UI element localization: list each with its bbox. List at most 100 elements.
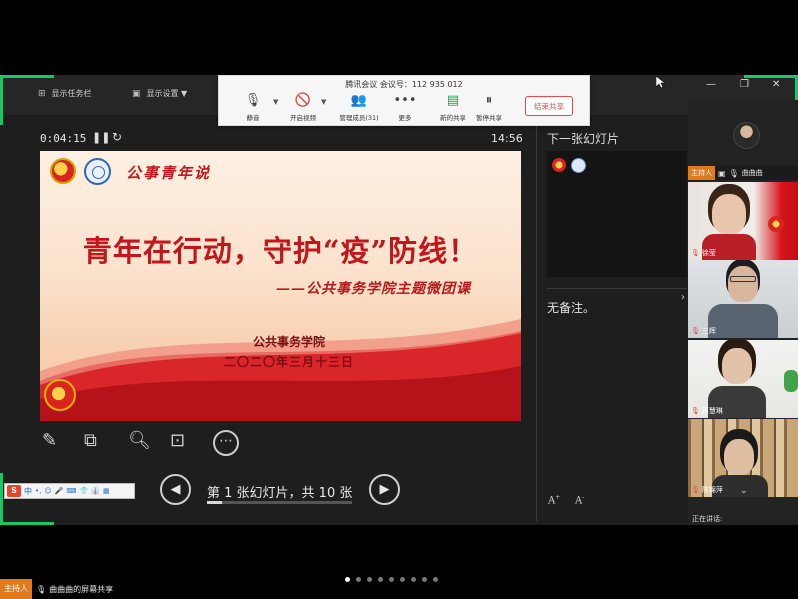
increase-font-icon[interactable]: A+ — [548, 494, 560, 506]
muted-microphone-icon: 🎙 — [691, 486, 700, 494]
zoom-icon[interactable]: 🔍︎ — [128, 430, 151, 451]
page-dot[interactable] — [411, 577, 416, 582]
slide-date: 二〇二〇年三月十三日 — [223, 355, 354, 369]
participant-tile[interactable]: 🎙 徐莹 — [688, 182, 798, 260]
ime-punctuation-icon[interactable]: •, — [35, 487, 41, 495]
next-slide-thumbnail[interactable] — [547, 151, 687, 277]
footer-host-badge: 主持人 — [0, 579, 32, 599]
restore-icon[interactable]: ❐ — [740, 79, 749, 90]
next-slide-button[interactable]: ▶ — [369, 474, 400, 505]
page-dot[interactable] — [378, 577, 383, 582]
ime-emoji-icon[interactable]: ☺ — [44, 487, 51, 495]
youth-league-emblem-bottom-icon — [44, 379, 76, 411]
participant-name: 蒋慧琳 — [701, 407, 723, 415]
muted-microphone-icon: 🎙 — [691, 249, 700, 257]
slide-organization: 公共事务学院 — [252, 335, 325, 349]
page-dot[interactable] — [367, 577, 372, 582]
side-object — [784, 370, 798, 392]
thumbnail-emblem-icon — [552, 158, 566, 172]
panel-divider — [536, 126, 537, 521]
pen-tool-icon[interactable]: ✎ — [42, 430, 57, 451]
notes-divider — [547, 288, 687, 289]
pause-timer-icon[interactable]: ❚❚ — [92, 131, 110, 144]
meeting-toolbar: 腾讯会议 会议号：112 935 012 🎙 静音 ▼ 🚫 开启视频 ▼ 👥 管… — [218, 75, 590, 126]
display-settings-icon: ▣ — [132, 88, 141, 99]
video-button[interactable]: 🚫 开启视频 — [279, 93, 327, 122]
university-seal-icon — [84, 158, 111, 185]
display-settings-button[interactable]: ▣ 显示设置 ▼ — [132, 88, 187, 99]
participant-name: 三辉 — [701, 327, 716, 335]
more-dots-icon: ••• — [393, 93, 417, 108]
input-method-toolbar: S 中 •, ☺ 🎤 ⌨ 👕 👔 ▦ — [4, 483, 135, 499]
end-share-button[interactable]: 结束共享 — [525, 96, 573, 116]
participant-name-label: 🎙 蒋慧琳 — [691, 406, 723, 416]
speaker-notes: 无备注。 — [547, 301, 596, 315]
participant-tile[interactable]: 🎙 三辉 — [688, 260, 798, 338]
participant-face — [728, 266, 758, 302]
video-options-chevron-icon[interactable]: ▼ — [321, 98, 326, 106]
page-dot[interactable] — [389, 577, 394, 582]
page-dot[interactable] — [400, 577, 405, 582]
chevron-right-icon: ▶ — [379, 482, 390, 497]
collapse-panel-chevron-icon[interactable]: › — [681, 292, 685, 303]
participant-tile[interactable]: 🎙 蒋慧琳 — [688, 340, 798, 418]
speaking-indicator: 正在讲话: — [692, 515, 723, 523]
participant-name-label: 🎙 三辉 — [691, 326, 716, 336]
slide-counter: 第 1 张幻灯片，共 10 张 — [207, 486, 353, 501]
decrease-font-icon[interactable]: A- — [575, 494, 584, 506]
participant-face — [724, 439, 754, 475]
thumbnail-seal-icon — [571, 158, 586, 173]
slide-progress-bar — [207, 501, 352, 504]
slide-progress-fill — [207, 501, 222, 504]
previous-slide-button[interactable]: ◀ — [160, 474, 191, 505]
ime-menu-icon[interactable]: ▦ — [103, 487, 110, 495]
share-border-top-left — [0, 75, 54, 78]
participant-face — [722, 348, 752, 384]
current-time: 14:56 — [491, 132, 523, 145]
ime-voice-icon[interactable]: 🎤 — [55, 487, 64, 495]
participant-face — [712, 194, 746, 234]
next-slide-label: 下一张幻灯片 — [547, 132, 620, 146]
footer-microphone-icon: 🎙 — [36, 584, 47, 594]
pause-share-button[interactable]: ⏸ 暂停共享 — [465, 93, 513, 122]
screen-toggle-icon[interactable]: ⊡ — [170, 430, 185, 451]
pause-share-icon: ⏸ — [485, 93, 493, 108]
host-badge: 主持人 — [688, 166, 715, 180]
share-border-left-bottom — [0, 473, 3, 525]
participant-name-label: 🎙 陈锦萍 — [691, 485, 723, 495]
video-off-icon: 🚫 — [294, 93, 312, 108]
close-icon[interactable]: ✕ — [772, 79, 780, 90]
host-row: 主持人 ▣ 🎙 曲曲曲 — [688, 166, 798, 180]
ime-mode-toggle[interactable]: 中 — [24, 486, 32, 497]
more-button[interactable]: ••• 更多 — [381, 93, 429, 122]
show-taskbar-button[interactable]: ⊞ 显示任务栏 — [38, 88, 92, 99]
current-slide[interactable]: 公事青年说 青年在行动，守护“疫”防线！ ——公共事务学院主题微团课 公共事务学… — [40, 151, 521, 421]
page-dot[interactable] — [422, 577, 427, 582]
ime-skin-icon[interactable]: 👕 — [80, 487, 89, 495]
more-options-icon[interactable]: ⋯ — [213, 430, 239, 456]
page-dot[interactable] — [345, 577, 350, 582]
youth-league-emblem-icon — [50, 158, 76, 184]
glasses-icon — [730, 276, 756, 282]
page-dot[interactable] — [433, 577, 438, 582]
display-settings-label: 显示设置 ▼ — [146, 89, 188, 98]
manage-members-button[interactable]: 👥 管理成员(31) — [335, 93, 383, 122]
video-label: 开启视频 — [290, 114, 316, 122]
muted-microphone-icon: 🎙 — [691, 407, 700, 415]
desktop-top-background — [0, 0, 798, 75]
restart-timer-icon[interactable]: ↻ — [112, 130, 122, 144]
ime-tools-icon[interactable]: 👔 — [91, 487, 100, 495]
microphone-icon: 🎙 — [244, 93, 262, 108]
mute-button[interactable]: 🎙 静音 — [229, 93, 277, 122]
see-all-slides-icon[interactable]: ⧉ — [84, 430, 97, 451]
minimize-icon[interactable]: — — [706, 79, 716, 90]
pause-share-label: 暂停共享 — [476, 114, 502, 122]
footer-share-text: 曲曲曲的屏幕共享 — [49, 584, 114, 594]
host-avatar[interactable] — [733, 122, 760, 149]
scroll-participants-chevron-down-icon[interactable]: ⌄ — [740, 486, 748, 496]
ime-keyboard-icon[interactable]: ⌨ — [66, 487, 76, 495]
slide-title: 青年在行动，守护“疫”防线！ — [82, 234, 479, 268]
sogou-logo-icon[interactable]: S — [7, 485, 21, 497]
audio-options-chevron-icon[interactable]: ▼ — [273, 98, 278, 106]
page-dot[interactable] — [356, 577, 361, 582]
